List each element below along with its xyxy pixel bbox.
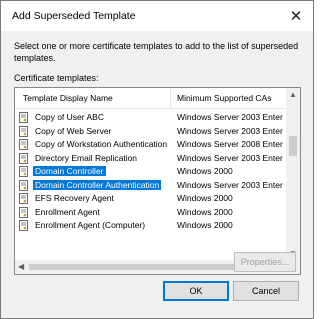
template-min-ca: Windows Server 2003 Enter [177, 125, 283, 136]
template-name: EFS Recovery Agent [35, 193, 114, 203]
template-list[interactable]: Template Display Name Minimum Supported … [14, 87, 301, 275]
certificate-template-icon [19, 179, 28, 191]
vertical-scroll-thumb[interactable] [289, 136, 297, 156]
certificate-template-icon [19, 166, 28, 177]
column-header-name[interactable]: Template Display Name [23, 93, 113, 103]
template-min-ca: Windows Server 2003 Enter [177, 179, 283, 190]
list-header: Template Display Name Minimum Supported … [15, 88, 285, 109]
template-min-ca: Windows Server 2003 Enter [177, 152, 283, 163]
list-item[interactable]: Domain Controller Windows 2000 [15, 165, 285, 179]
scroll-left-icon[interactable]: ◀ [18, 262, 24, 271]
list-item[interactable]: Enrollment Agent (Computer) Windows 2000 [15, 219, 285, 233]
list-item[interactable]: Enrollment Agent Windows 2000 [15, 206, 285, 220]
horizontal-scroll-thumb[interactable] [29, 264, 269, 270]
window-title: Add Superseded Template [12, 10, 136, 22]
template-min-ca: Windows Server 2008 Enter [177, 139, 283, 149]
certificate-template-icon [19, 220, 28, 231]
certificate-template-icon [19, 139, 28, 150]
certificate-template-icon [19, 193, 28, 204]
instruction-text: Select one or more certificate templates… [14, 41, 299, 63]
certificate-template-icon [19, 152, 28, 164]
ok-button[interactable]: OK [163, 281, 229, 301]
column-header-min-ca[interactable]: Minimum Supported CAs [177, 93, 271, 103]
dialog-window: Add Superseded Template ✕ Select one or … [0, 0, 314, 319]
template-name: Copy of Workstation Authentication [35, 139, 168, 149]
template-min-ca: Windows 2000 [177, 193, 233, 203]
title-bar: Add Superseded Template ✕ [1, 1, 313, 31]
template-name: Enrollment Agent [35, 206, 100, 217]
list-item[interactable]: Copy of Web Server Windows Server 2003 En… [15, 125, 285, 139]
vertical-scrollbar[interactable]: ▲ ▼ [286, 88, 300, 260]
template-name: Directory Email Replication [35, 152, 138, 163]
list-rows: Copy of User ABC Windows Server 2003 Ente… [15, 111, 285, 233]
template-min-ca: Windows 2000 [177, 220, 233, 230]
close-button[interactable]: ✕ [285, 6, 307, 26]
list-label: Certificate templates: [14, 73, 99, 83]
scroll-up-icon[interactable]: ▲ [289, 90, 297, 99]
template-name: Copy of User ABC [35, 112, 104, 122]
certificate-template-icon [19, 112, 28, 123]
list-item[interactable]: Domain Controller Authentication Windows … [15, 179, 285, 193]
template-min-ca: Windows 2000 [177, 166, 233, 176]
template-name: Domain Controller [33, 166, 106, 176]
properties-button[interactable]: Properties... [234, 252, 296, 272]
list-item[interactable]: EFS Recovery Agent Windows 2000 [15, 192, 285, 206]
template-name: Enrollment Agent (Computer) [35, 220, 146, 230]
template-min-ca: Windows Server 2003 Enter [177, 112, 283, 122]
dialog-body: Select one or more certificate templates… [1, 31, 313, 318]
certificate-template-icon [19, 125, 28, 137]
cancel-button[interactable]: Cancel [233, 281, 299, 301]
list-item[interactable]: Directory Email Replication Windows Serve… [15, 152, 285, 166]
list-item[interactable]: Copy of User ABC Windows Server 2003 Ente… [15, 111, 285, 125]
column-separator[interactable] [170, 88, 171, 108]
certificate-template-icon [19, 206, 28, 218]
template-min-ca: Windows 2000 [177, 206, 233, 217]
list-item[interactable]: Copy of Workstation Authentication Window… [15, 138, 285, 152]
template-name: Copy of Web Server [35, 125, 112, 136]
template-name: Domain Controller Authentication [33, 179, 162, 190]
